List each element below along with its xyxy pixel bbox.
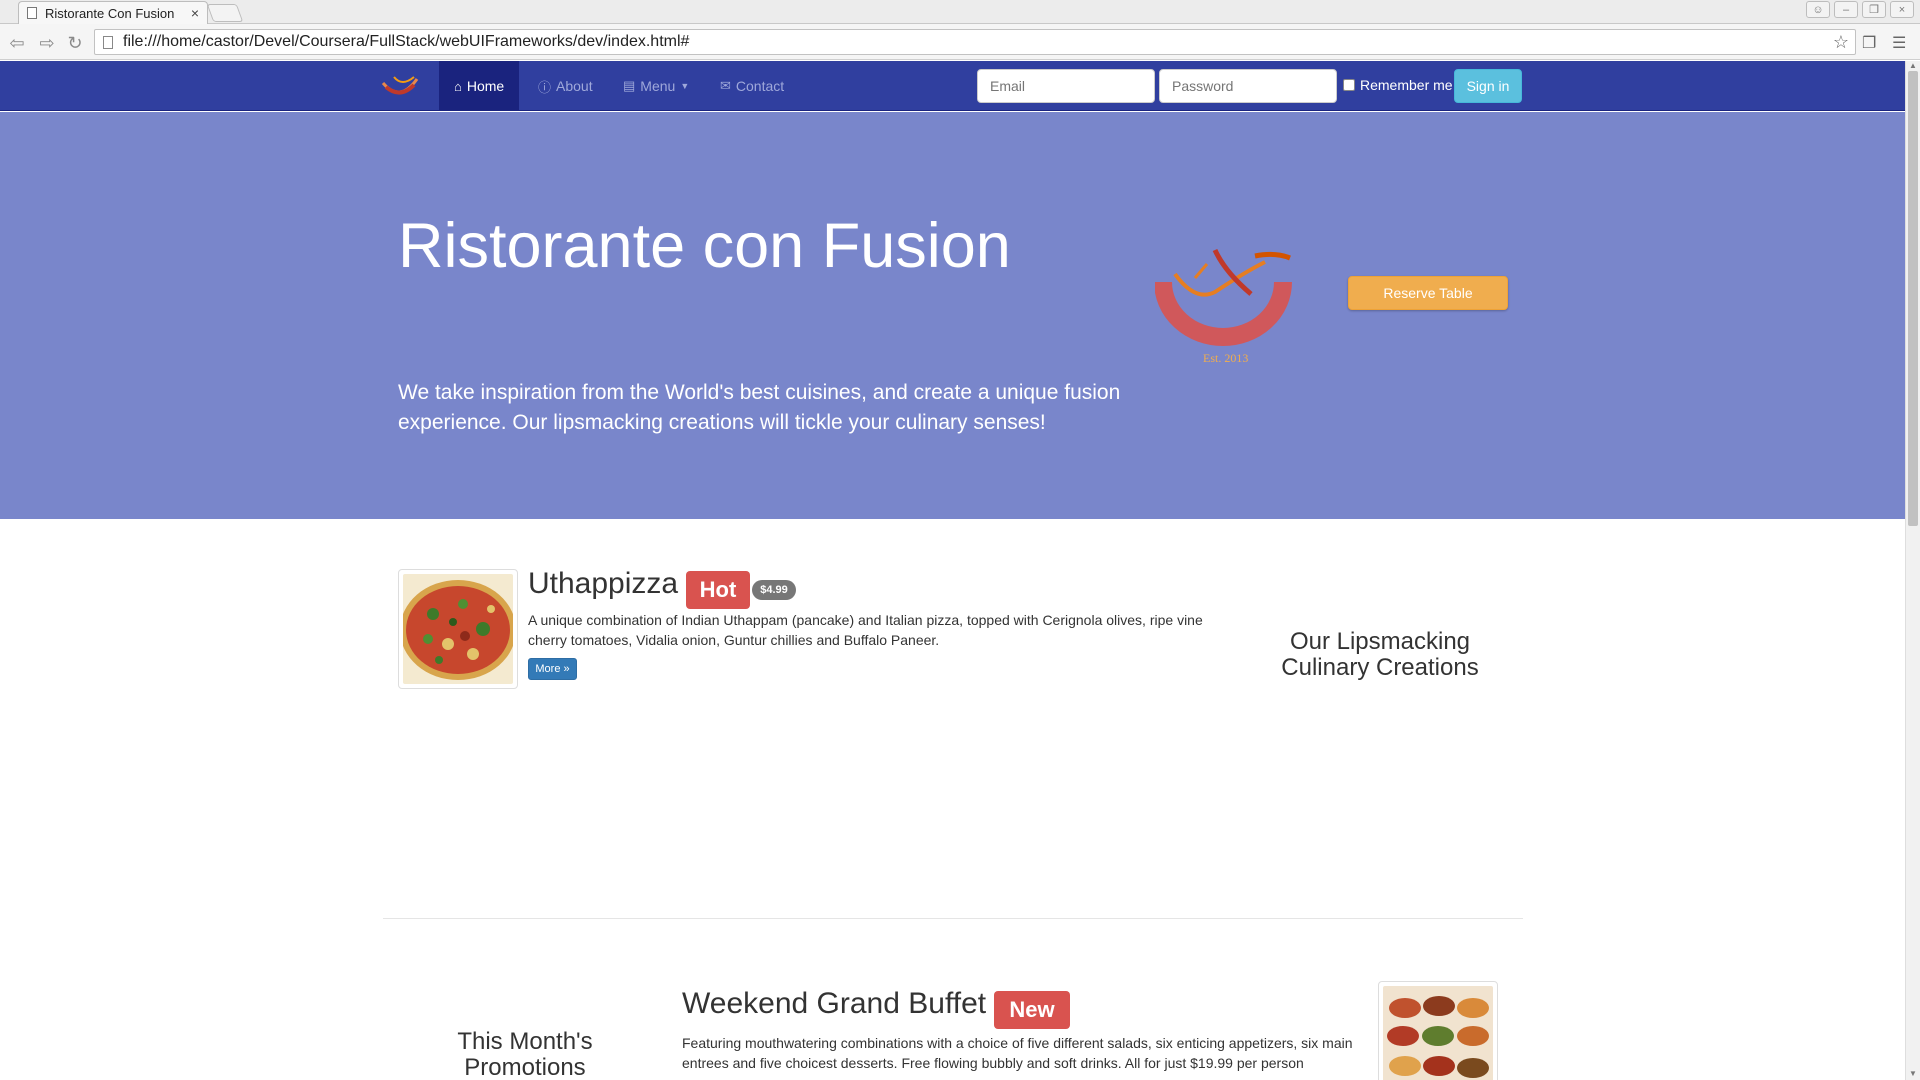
uthappizza-thumbnail[interactable] xyxy=(398,569,518,689)
featured-side-heading: Our Lipsmacking Culinary Creations xyxy=(1281,628,1479,681)
jumbotron: Ristorante con Fusion We take inspiratio… xyxy=(0,112,1905,519)
page-scrollbar[interactable]: ▲ ▼ xyxy=(1905,61,1920,1080)
nav-menu[interactable]: ▤ Menu ▼ xyxy=(608,61,704,111)
nav-home-label: Home xyxy=(466,78,505,94)
buffet-image xyxy=(1383,986,1493,1080)
more-button[interactable]: More » xyxy=(528,658,577,680)
tab-title: Ristorante Con Fusion xyxy=(45,5,175,21)
promotion-side-heading: This Month's Promotions xyxy=(457,1028,593,1080)
scroll-up-icon[interactable]: ▲ xyxy=(1909,61,1917,70)
new-tab-button[interactable] xyxy=(206,4,244,22)
close-tab-icon[interactable]: × xyxy=(191,5,199,21)
browser-tab[interactable]: Ristorante Con Fusion × xyxy=(18,1,208,24)
dish-title: Uthappizza xyxy=(528,567,679,600)
window-controls: ☺ – ❐ × xyxy=(1806,1,1914,18)
home-icon: ⌂ xyxy=(454,78,462,94)
envelope-icon: ✉ xyxy=(720,78,731,93)
buffet-thumbnail[interactable] xyxy=(1378,981,1498,1080)
password-field[interactable] xyxy=(1159,69,1337,103)
scroll-down-icon[interactable]: ▼ xyxy=(1909,1069,1917,1078)
nav-contact[interactable]: ✉ Contact xyxy=(705,61,799,111)
remember-me[interactable]: Remember me xyxy=(1343,77,1453,93)
close-window-icon[interactable]: × xyxy=(1890,1,1914,18)
hot-label: Hot xyxy=(686,571,750,609)
minimize-icon[interactable]: – xyxy=(1834,1,1858,18)
nav-home[interactable]: ⌂ Home xyxy=(439,61,520,111)
site-navbar: ⌂ Home ⓘ About ▤ Menu ▼ ✉ Contact Rememb… xyxy=(0,61,1905,111)
sign-in-button[interactable]: Sign in xyxy=(1454,69,1522,103)
new-label: New xyxy=(994,991,1070,1029)
remember-label: Remember me xyxy=(1360,77,1453,93)
nav-about-label: About xyxy=(556,78,593,94)
document-icon xyxy=(27,7,37,19)
logo-est-text: Est. 2013 xyxy=(1203,351,1248,362)
remember-checkbox[interactable] xyxy=(1343,79,1355,91)
nav-about[interactable]: ⓘ About xyxy=(523,61,608,111)
scrollbar-thumb[interactable] xyxy=(1908,71,1918,526)
nav-menu-label: Menu xyxy=(640,78,676,94)
reload-icon[interactable]: ↻ xyxy=(64,32,86,54)
pizza-image xyxy=(400,574,516,684)
address-bar[interactable]: file:///home/castor/Devel/Coursera/FullS… xyxy=(94,29,1856,55)
browser-toolbar: ⇦ ⇨ ↻ file:///home/castor/Devel/Coursera… xyxy=(0,24,1920,60)
reserve-table-button[interactable]: Reserve Table xyxy=(1348,276,1508,310)
url-text[interactable]: file:///home/castor/Devel/Coursera/FullS… xyxy=(123,33,1833,51)
promotion-title: Weekend Grand Buffet xyxy=(682,987,987,1020)
jumbotron-text: We take inspiration from the World's bes… xyxy=(398,381,1121,434)
back-icon[interactable]: ⇦ xyxy=(6,32,28,54)
info-icon: ⓘ xyxy=(538,79,552,95)
price-badge: $4.99 xyxy=(752,580,796,600)
menu-icon[interactable]: ☰ xyxy=(1892,33,1906,53)
page-title: Ristorante con Fusion xyxy=(398,211,1011,281)
forward-icon[interactable]: ⇨ xyxy=(36,32,58,54)
brand-logo-icon[interactable] xyxy=(380,73,420,101)
restore-icon[interactable]: ❐ xyxy=(1862,1,1886,18)
caret-down-icon: ▼ xyxy=(680,81,690,91)
email-field[interactable] xyxy=(977,69,1155,103)
page-viewport: ⌂ Home ⓘ About ▤ Menu ▼ ✉ Contact Rememb… xyxy=(0,61,1905,1080)
page-icon xyxy=(103,35,113,49)
extension-icon[interactable]: ❐ xyxy=(1862,33,1876,53)
dish-description: A unique combination of Indian Uthappam … xyxy=(528,612,1203,648)
bookmark-star-icon[interactable]: ☆ xyxy=(1833,32,1849,53)
browser-tabstrip: Ristorante Con Fusion × ☺ – ❐ × xyxy=(0,0,1920,24)
promotion-description: Featuring mouthwatering combinations wit… xyxy=(682,1035,1353,1071)
restaurant-logo: Est. 2013 xyxy=(1155,248,1292,362)
list-icon: ▤ xyxy=(623,78,636,93)
user-icon[interactable]: ☺ xyxy=(1806,1,1830,18)
section-divider xyxy=(383,918,1523,919)
nav-contact-label: Contact xyxy=(735,78,785,94)
